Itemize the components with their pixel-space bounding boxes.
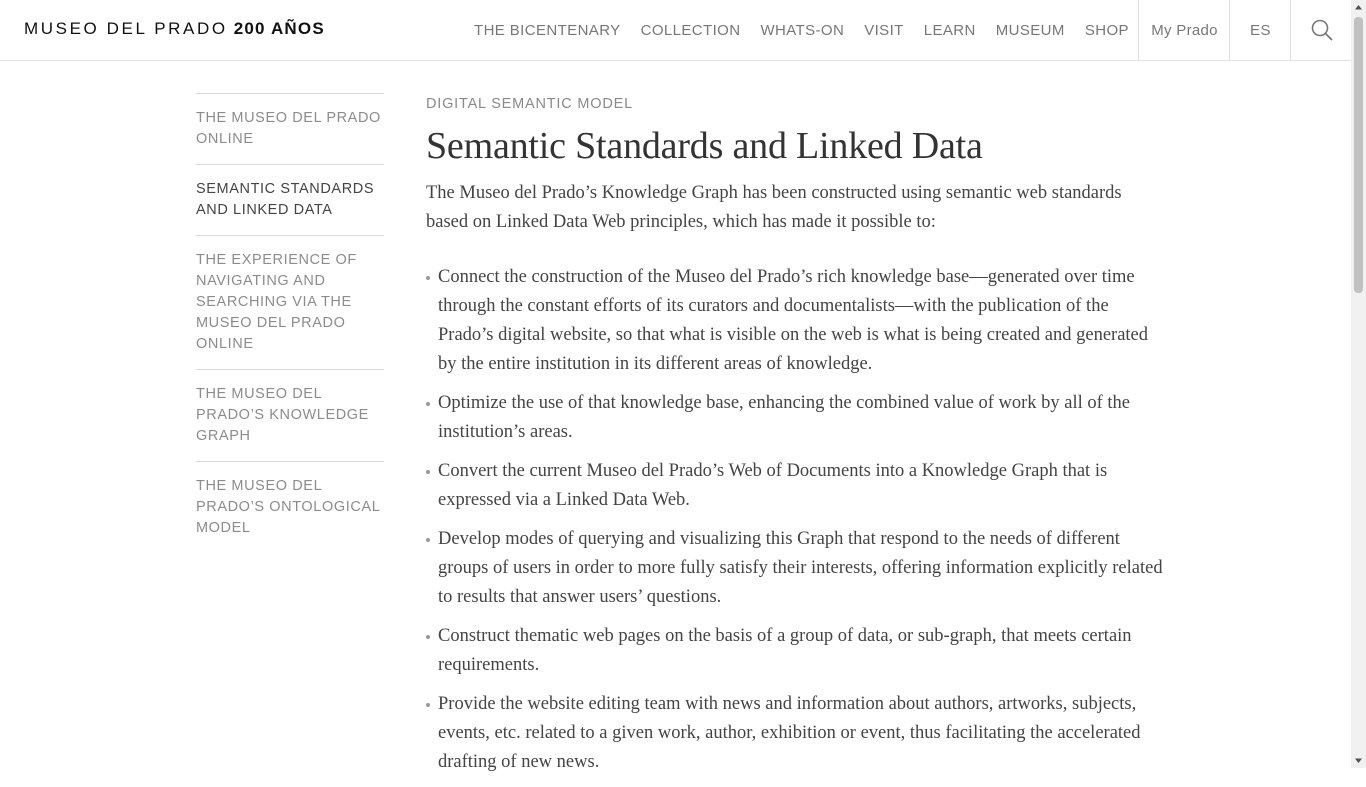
- bullet-dot-icon: [426, 402, 430, 406]
- list-item-text: Connect the construction of the Museo de…: [438, 267, 1149, 374]
- page-title: Semantic Standards and Linked Data: [426, 125, 983, 167]
- sidebar-item-museo-online[interactable]: THE MUSEO DEL PRADO ONLINE: [196, 93, 384, 164]
- list-item: Connect the construction of the Museo de…: [426, 263, 1166, 379]
- list-item: Develop modes of querying and visualizin…: [426, 525, 1166, 612]
- sidebar-item-ontological-model[interactable]: THE MUSEO DEL PRADO’S ONTOLOGICAL MODEL: [196, 461, 384, 553]
- my-prado-link[interactable]: My Prado: [1138, 0, 1230, 60]
- list-item-text: Develop modes of querying and visualizin…: [438, 529, 1163, 607]
- bullet-dot-icon: [426, 538, 430, 542]
- list-item: Construct thematic web pages on the basi…: [426, 622, 1166, 680]
- site-logo[interactable]: MUSEO DEL PRADO 200 AÑOS: [24, 19, 325, 41]
- logo-anniversary: 200 AÑOS: [233, 19, 325, 38]
- language-switch[interactable]: ES: [1229, 0, 1291, 60]
- list-item-text: Optimize the use of that knowledge base,…: [438, 393, 1130, 442]
- section-kicker: DIGITAL SEMANTIC MODEL: [426, 96, 633, 112]
- search-button[interactable]: [1290, 0, 1352, 60]
- scroll-down-arrow-icon[interactable]: [1351, 753, 1366, 768]
- nav-learn[interactable]: LEARN: [924, 22, 976, 39]
- nav-bicentenary[interactable]: THE BICENTENARY: [474, 22, 621, 39]
- list-item: Optimize the use of that knowledge base,…: [426, 389, 1166, 447]
- sidebar-item-navigating-experience[interactable]: THE EXPERIENCE OF NAVIGATING AND SEARCHI…: [196, 235, 384, 369]
- nav-museum[interactable]: MUSEUM: [996, 22, 1065, 39]
- list-item: Convert the current Museo del Prado’s We…: [426, 457, 1166, 515]
- page-scrollbar[interactable]: [1351, 0, 1366, 768]
- list-item: Provide the website editing team with ne…: [426, 690, 1166, 777]
- nav-shop[interactable]: SHOP: [1085, 22, 1129, 39]
- sidebar-item-semantic-standards[interactable]: SEMANTIC STANDARDS AND LINKED DATA: [196, 164, 384, 235]
- benefits-list: Connect the construction of the Museo de…: [426, 263, 1166, 777]
- bullet-dot-icon: [426, 635, 430, 639]
- main-nav: THE BICENTENARY COLLECTION WHATS-ON VISI…: [464, 0, 1139, 60]
- bullet-dot-icon: [426, 703, 430, 707]
- list-item-text: Convert the current Museo del Prado’s We…: [438, 461, 1108, 510]
- list-item-text: Provide the website editing team with ne…: [438, 694, 1141, 772]
- sidebar-item-knowledge-graph[interactable]: THE MUSEO DEL PRADO’S KNOWLEDGE GRAPH: [196, 369, 384, 461]
- intro-paragraph: The Museo del Prado’s Knowledge Graph ha…: [426, 183, 1122, 232]
- scroll-up-arrow-icon[interactable]: [1351, 0, 1366, 15]
- bullet-dot-icon: [426, 470, 430, 474]
- site-header: MUSEO DEL PRADO 200 AÑOS THE BICENTENARY …: [0, 0, 1351, 61]
- search-icon: [1311, 19, 1332, 41]
- section-sidebar: THE MUSEO DEL PRADO ONLINE SEMANTIC STAN…: [196, 93, 384, 553]
- nav-whats-on[interactable]: WHATS-ON: [760, 22, 844, 39]
- scroll-thumb[interactable]: [1354, 17, 1363, 293]
- logo-text: MUSEO DEL PRADO: [24, 19, 228, 38]
- bullet-dot-icon: [426, 276, 430, 280]
- list-item-text: Construct thematic web pages on the basi…: [438, 626, 1132, 675]
- nav-visit[interactable]: VISIT: [864, 22, 904, 39]
- nav-collection[interactable]: COLLECTION: [641, 22, 741, 39]
- main-content: DIGITAL SEMANTIC MODEL Semantic Standard…: [426, 93, 1166, 787]
